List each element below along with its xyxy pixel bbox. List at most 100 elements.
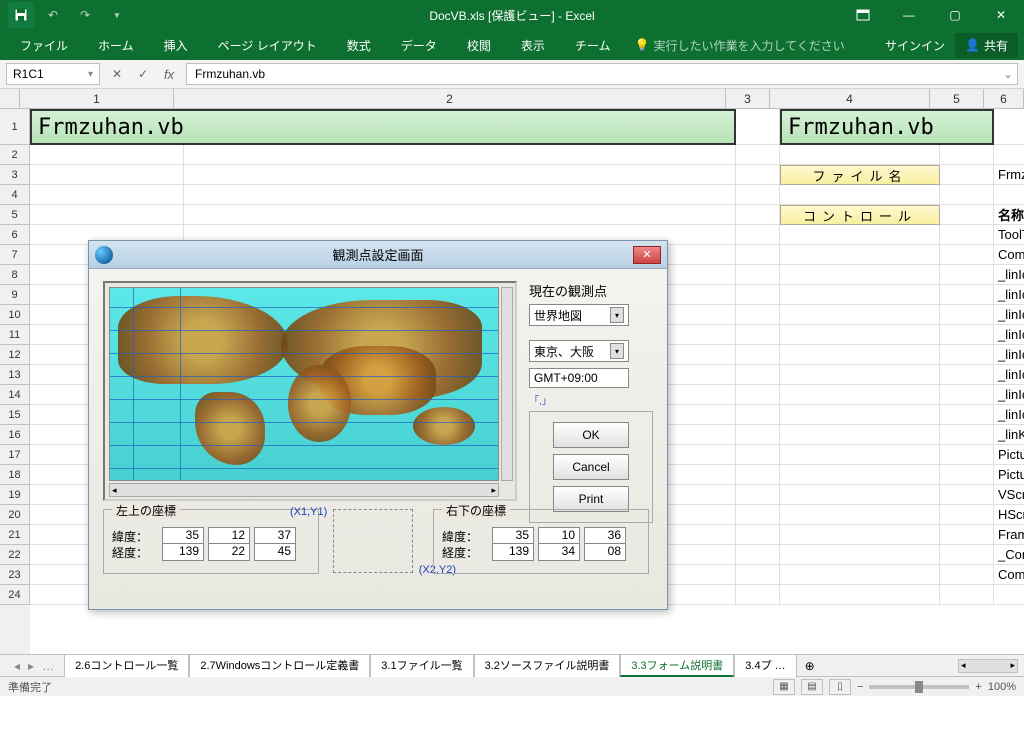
- accept-formula-icon[interactable]: ✓: [132, 63, 154, 85]
- save-icon[interactable]: [8, 2, 34, 28]
- sheet-tab[interactable]: 2.6コントロール一覧: [64, 654, 189, 677]
- tab-file[interactable]: ファイル: [6, 31, 82, 60]
- br-lon-d[interactable]: 139: [492, 543, 534, 561]
- ribbon-options-icon[interactable]: [840, 0, 886, 30]
- qat-customize-icon[interactable]: ▼: [104, 2, 130, 28]
- list-item[interactable]: Pictur: [994, 465, 1024, 485]
- list-item[interactable]: _linIc: [994, 345, 1024, 365]
- row-header[interactable]: 20: [0, 505, 30, 525]
- tab-review[interactable]: 校閲: [453, 31, 505, 60]
- column-header[interactable]: 4: [770, 89, 930, 108]
- expand-formula-icon[interactable]: ⌄: [1003, 67, 1013, 81]
- filename-label-cell[interactable]: ファイル名: [780, 165, 940, 185]
- tab-page-layout[interactable]: ページ レイアウト: [204, 31, 331, 60]
- column-header[interactable]: 3: [726, 89, 770, 108]
- column-header[interactable]: 2: [174, 89, 726, 108]
- tl-lon-m[interactable]: 22: [208, 543, 250, 561]
- tl-lon-s[interactable]: 45: [254, 543, 296, 561]
- tab-data[interactable]: データ: [387, 31, 451, 60]
- list-item[interactable]: Frame2: [994, 525, 1024, 545]
- zoom-out-icon[interactable]: −: [857, 681, 863, 693]
- row-header[interactable]: 18: [0, 465, 30, 485]
- cell-filename-value[interactable]: Frmzuh: [994, 165, 1024, 185]
- tab-view[interactable]: 表示: [507, 31, 559, 60]
- tab-team[interactable]: チーム: [561, 31, 625, 60]
- list-item[interactable]: _linIc: [994, 365, 1024, 385]
- row-header[interactable]: 1: [0, 109, 30, 145]
- undo-icon[interactable]: ↶: [40, 2, 66, 28]
- cell-name-header[interactable]: 名称: [994, 205, 1024, 225]
- row-header[interactable]: 11: [0, 325, 30, 345]
- redo-icon[interactable]: ↷: [72, 2, 98, 28]
- br-lon-m[interactable]: 34: [538, 543, 580, 561]
- close-icon[interactable]: ✕: [978, 0, 1024, 30]
- row-header[interactable]: 6: [0, 225, 30, 245]
- minimize-icon[interactable]: —: [886, 0, 932, 30]
- list-item[interactable]: _linKe: [994, 425, 1024, 445]
- row-header[interactable]: 24: [0, 585, 30, 605]
- list-item[interactable]: Comma: [994, 565, 1024, 585]
- banner-right[interactable]: Frmzuhan.vb: [780, 109, 994, 145]
- formula-input[interactable]: Frmzuhan.vb ⌄: [186, 63, 1018, 85]
- list-item[interactable]: _linIc: [994, 405, 1024, 425]
- br-lon-s[interactable]: 08: [584, 543, 626, 561]
- row-header[interactable]: 8: [0, 265, 30, 285]
- row-header[interactable]: 10: [0, 305, 30, 325]
- normal-view-icon[interactable]: ▦: [773, 679, 795, 695]
- row-header[interactable]: 14: [0, 385, 30, 405]
- list-item[interactable]: _Comma: [994, 545, 1024, 565]
- row-header[interactable]: 17: [0, 445, 30, 465]
- cancel-formula-icon[interactable]: ✕: [106, 63, 128, 85]
- list-item[interactable]: _linIc: [994, 325, 1024, 345]
- sheet-tab[interactable]: 3.2ソースファイル説明書: [474, 654, 621, 677]
- horizontal-scrollbar[interactable]: ◂▸: [958, 659, 1018, 673]
- sheet-nav-prev-icon[interactable]: ◂: [14, 659, 20, 673]
- row-header[interactable]: 21: [0, 525, 30, 545]
- map-horizontal-scrollbar[interactable]: ◂▸: [109, 483, 499, 497]
- row-header[interactable]: 3: [0, 165, 30, 185]
- banner-left[interactable]: Frmzuhan.vb: [30, 109, 736, 145]
- sheet-tab[interactable]: 2.7Windowsコントロール定義書: [189, 654, 370, 677]
- dialog-close-icon[interactable]: ✕: [633, 246, 661, 264]
- maximize-icon[interactable]: ▢: [932, 0, 978, 30]
- list-item[interactable]: _linIc: [994, 265, 1024, 285]
- map-type-select[interactable]: 世界地図 ▾: [529, 304, 629, 326]
- row-header[interactable]: 4: [0, 185, 30, 205]
- sign-in-link[interactable]: サインイン: [885, 37, 945, 54]
- gmt-field[interactable]: GMT+09:00: [529, 368, 629, 388]
- sheet-tab[interactable]: 3.3フォーム説明書: [620, 654, 734, 677]
- row-header[interactable]: 22: [0, 545, 30, 565]
- row-header[interactable]: 15: [0, 405, 30, 425]
- zoom-in-icon[interactable]: +: [975, 681, 981, 693]
- tab-insert[interactable]: 挿入: [150, 31, 202, 60]
- row-header[interactable]: 23: [0, 565, 30, 585]
- tab-formulas[interactable]: 数式: [333, 31, 385, 60]
- share-button[interactable]: 👤 共有: [955, 33, 1018, 58]
- name-box[interactable]: R1C1 ▾: [6, 63, 100, 85]
- list-item[interactable]: _linIc: [994, 385, 1024, 405]
- row-header[interactable]: 19: [0, 485, 30, 505]
- row-header[interactable]: 12: [0, 345, 30, 365]
- map-vertical-scrollbar[interactable]: [501, 287, 513, 481]
- tell-me-search[interactable]: 💡 実行したい作業を入力してください: [634, 37, 844, 54]
- ok-button[interactable]: OK: [553, 422, 629, 448]
- list-item[interactable]: _linIc: [994, 305, 1024, 325]
- zoom-slider[interactable]: [869, 685, 969, 689]
- column-header[interactable]: 6: [984, 89, 1024, 108]
- page-layout-view-icon[interactable]: ▤: [801, 679, 823, 695]
- row-header[interactable]: 5: [0, 205, 30, 225]
- list-item[interactable]: VScrol: [994, 485, 1024, 505]
- select-all-corner[interactable]: [0, 89, 20, 108]
- sheet-nav-more-icon[interactable]: …: [42, 659, 54, 673]
- add-sheet-icon[interactable]: ⊕: [799, 659, 821, 673]
- chevron-down-icon[interactable]: ▾: [88, 69, 93, 80]
- cancel-button[interactable]: Cancel: [553, 454, 629, 480]
- page-break-view-icon[interactable]: ▯: [829, 679, 851, 695]
- row-header[interactable]: 2: [0, 145, 30, 165]
- list-item[interactable]: _linIc: [994, 285, 1024, 305]
- row-header[interactable]: 13: [0, 365, 30, 385]
- fx-icon[interactable]: fx: [158, 63, 180, 85]
- row-header[interactable]: 16: [0, 425, 30, 445]
- sheet-tab[interactable]: 3.4プ …: [734, 654, 796, 677]
- column-header[interactable]: 1: [20, 89, 174, 108]
